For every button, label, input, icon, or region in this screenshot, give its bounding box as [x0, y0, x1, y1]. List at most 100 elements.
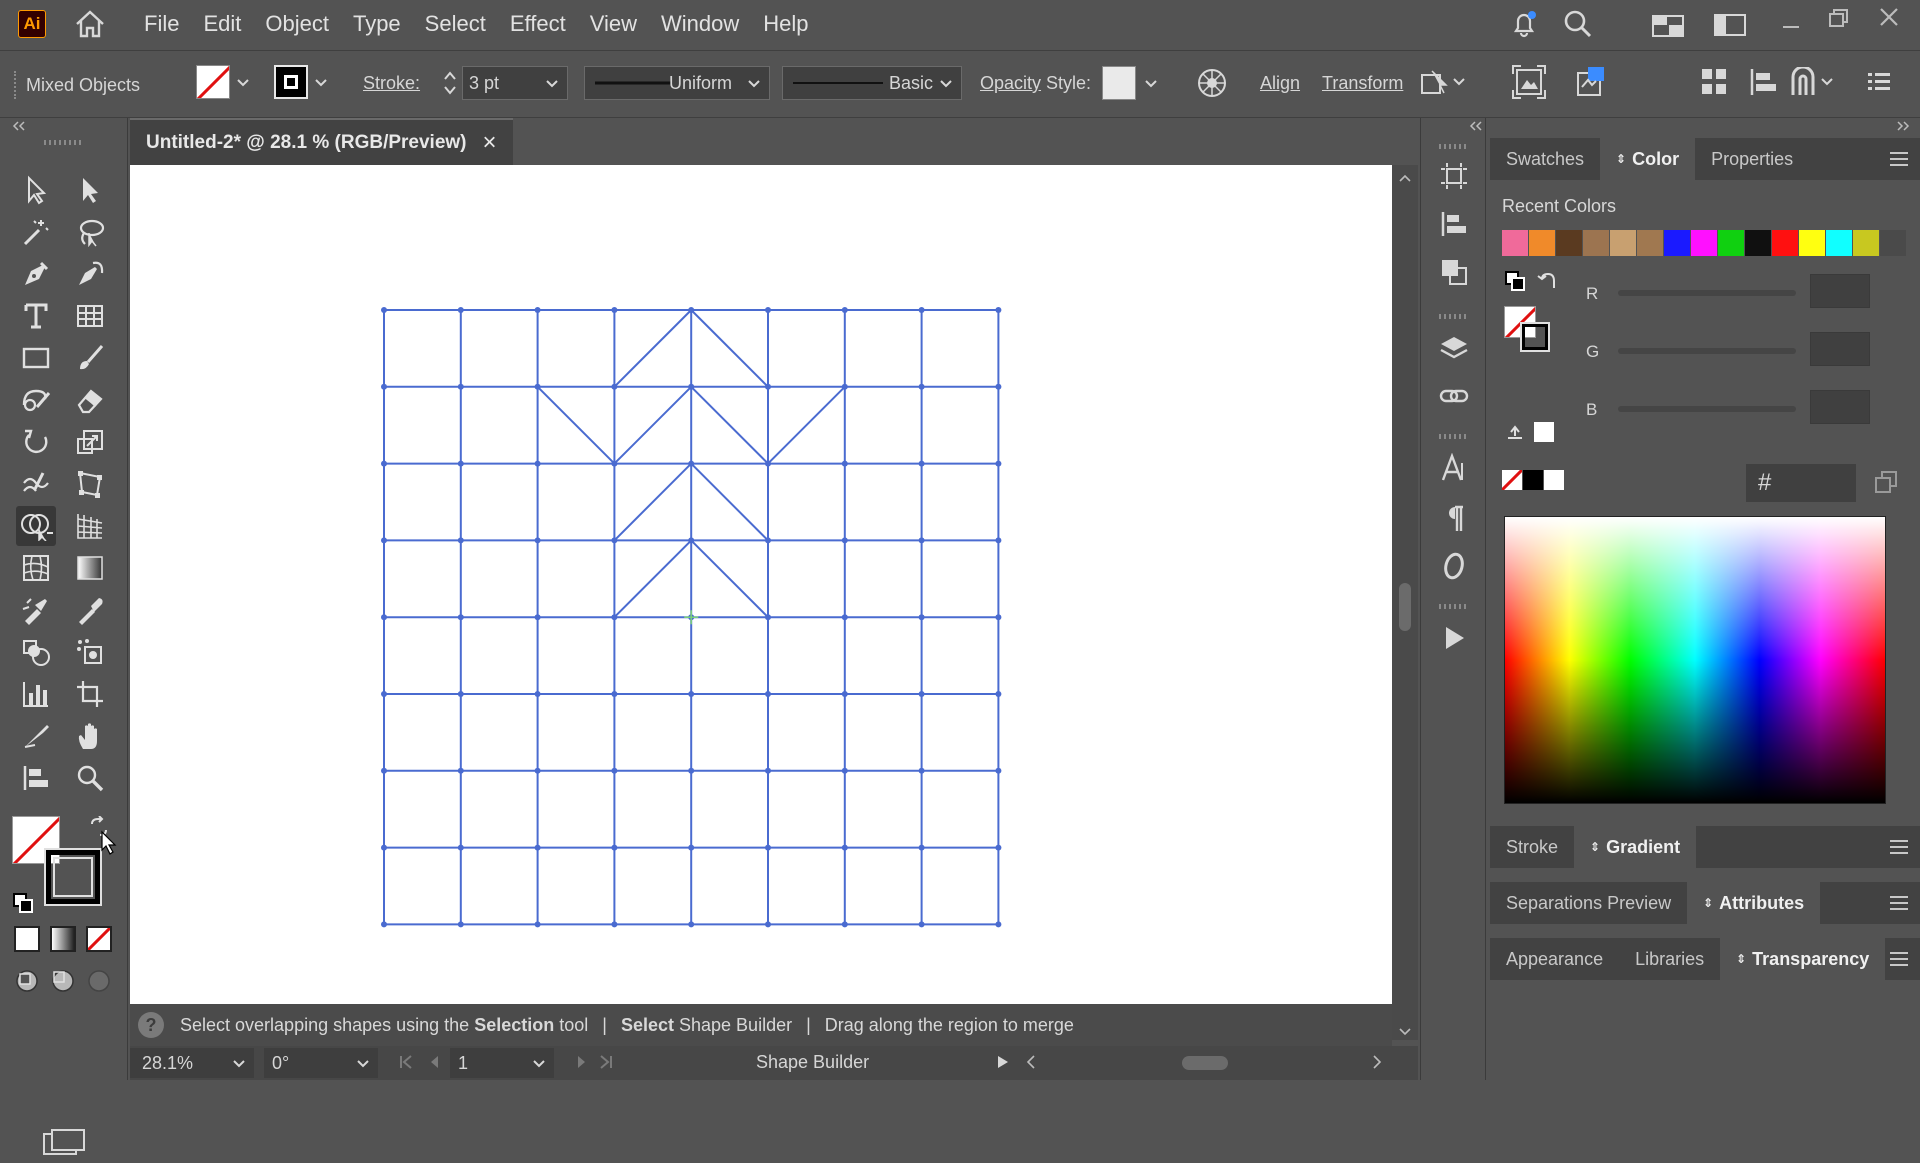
- anchor-point[interactable]: [765, 767, 771, 774]
- grid-artwork[interactable]: [130, 165, 1392, 1004]
- anchor-point[interactable]: [534, 383, 541, 390]
- rectangle-tool-icon[interactable]: [16, 338, 56, 378]
- recent-color-swatch[interactable]: [1502, 230, 1528, 256]
- type-tool-icon[interactable]: [16, 296, 56, 336]
- workspace-switcher-icon[interactable]: [1652, 12, 1684, 38]
- anchor-point[interactable]: [995, 691, 1002, 697]
- close-tab-icon[interactable]: ×: [483, 129, 497, 157]
- image-trace-icon[interactable]: [1512, 65, 1546, 99]
- grid-diagonal-line[interactable]: [613, 539, 692, 618]
- paintbrush-tool-icon[interactable]: [70, 338, 110, 378]
- web-safe-swatch[interactable]: [1534, 422, 1554, 442]
- anchor-point[interactable]: [611, 767, 618, 774]
- home-icon[interactable]: [72, 6, 108, 42]
- anchor-point[interactable]: [918, 921, 925, 928]
- direct-selection-tool-icon[interactable]: [70, 170, 110, 210]
- help-icon[interactable]: ?: [138, 1012, 164, 1038]
- actions-panel-icon[interactable]: [1434, 618, 1474, 658]
- hex-input[interactable]: #: [1746, 464, 1856, 502]
- anchor-point[interactable]: [688, 307, 695, 313]
- recent-color-swatch[interactable]: [1826, 230, 1852, 256]
- tab-stroke[interactable]: Stroke: [1490, 826, 1574, 868]
- align-to-icon[interactable]: [16, 758, 56, 798]
- scale-tool-icon[interactable]: [70, 422, 110, 462]
- grid-diagonal-line[interactable]: [690, 386, 769, 465]
- anchor-point[interactable]: [611, 614, 618, 621]
- brush-definition-dropdown[interactable]: Basic: [782, 66, 962, 100]
- layers-panel-icon[interactable]: [1434, 328, 1474, 368]
- anchor-point[interactable]: [688, 460, 695, 467]
- anchor-point[interactable]: [841, 537, 848, 544]
- notifications-icon[interactable]: [1508, 8, 1540, 40]
- anchor-point[interactable]: [688, 537, 695, 544]
- isolate-selection-icon[interactable]: [1418, 67, 1466, 99]
- undo-color-icon[interactable]: [1536, 270, 1558, 292]
- last-artboard-icon[interactable]: [598, 1054, 614, 1075]
- align-panel-link[interactable]: Align: [1260, 73, 1300, 94]
- anchor-point[interactable]: [381, 537, 387, 544]
- anchor-point[interactable]: [457, 307, 464, 313]
- anchor-point[interactable]: [611, 691, 618, 697]
- lasso-tool-icon[interactable]: [70, 212, 110, 252]
- pathfinder-icon[interactable]: [1790, 67, 1834, 97]
- arrange-documents-icon[interactable]: [1714, 12, 1746, 38]
- more-options-icon[interactable]: [1866, 69, 1892, 95]
- recent-color-swatch[interactable]: [1664, 230, 1690, 256]
- align-panel-icon[interactable]: [1434, 204, 1474, 244]
- anchor-point[interactable]: [457, 614, 464, 621]
- zoom-tool-icon[interactable]: [70, 758, 110, 798]
- strip-grip[interactable]: [1439, 434, 1469, 439]
- minimize-icon[interactable]: [1778, 10, 1804, 36]
- anchor-point[interactable]: [534, 767, 541, 774]
- crop-image-icon[interactable]: [1574, 65, 1608, 99]
- artboard-tool-icon[interactable]: [70, 674, 110, 714]
- grid-diagonal-line[interactable]: [613, 309, 692, 388]
- opacity-panel-link[interactable]: Opacity: [980, 73, 1041, 94]
- character-panel-icon[interactable]: [1434, 448, 1474, 488]
- anchor-point[interactable]: [381, 767, 387, 774]
- black-swatch[interactable]: [1523, 470, 1543, 490]
- anchor-point[interactable]: [841, 614, 848, 621]
- anchor-point[interactable]: [534, 614, 541, 621]
- grid-diagonal-line[interactable]: [690, 462, 769, 542]
- anchor-point[interactable]: [381, 307, 387, 313]
- links-panel-icon[interactable]: [1434, 376, 1474, 416]
- anchor-point[interactable]: [765, 460, 771, 467]
- paragraph-panel-icon[interactable]: [1434, 498, 1474, 538]
- grid-diagonal-line[interactable]: [613, 386, 692, 465]
- grid-diagonal-line[interactable]: [613, 462, 692, 542]
- rotation-dropdown[interactable]: 0°: [264, 1048, 378, 1078]
- default-fill-stroke-icon[interactable]: [12, 892, 34, 914]
- anchor-point[interactable]: [534, 307, 541, 313]
- anchor-point[interactable]: [995, 921, 1002, 928]
- stroke-panel-link[interactable]: Stroke:: [363, 73, 420, 94]
- anchor-point[interactable]: [841, 844, 848, 851]
- anchor-point[interactable]: [995, 614, 1002, 621]
- panel-menu-icon[interactable]: [1890, 952, 1908, 966]
- anchor-point[interactable]: [611, 383, 618, 390]
- anchor-point[interactable]: [381, 691, 387, 697]
- stroke-weight-input[interactable]: 3 pt: [462, 66, 568, 100]
- menu-help[interactable]: Help: [751, 11, 820, 37]
- tab-libraries[interactable]: Libraries: [1619, 938, 1720, 980]
- anchor-point[interactable]: [841, 383, 848, 390]
- anchor-point[interactable]: [534, 537, 541, 544]
- anchor-point[interactable]: [457, 767, 464, 774]
- scroll-right-icon[interactable]: [1370, 1054, 1384, 1075]
- collapse-dock-icon[interactable]: [1894, 118, 1910, 131]
- hand-tool-icon[interactable]: [70, 716, 110, 756]
- tab-separations-preview[interactable]: Separations Preview: [1490, 882, 1687, 924]
- anchor-point[interactable]: [611, 844, 618, 851]
- anchor-point[interactable]: [611, 537, 618, 544]
- tab-attributes[interactable]: ⇕ Attributes: [1687, 882, 1821, 924]
- anchor-point[interactable]: [457, 691, 464, 697]
- first-artboard-icon[interactable]: [398, 1054, 414, 1075]
- horizontal-align-icon[interactable]: [1748, 67, 1778, 97]
- anchor-point[interactable]: [841, 691, 848, 697]
- anchor-point[interactable]: [611, 307, 618, 313]
- recent-color-swatch[interactable]: [1853, 230, 1879, 256]
- anchor-point[interactable]: [457, 844, 464, 851]
- canvas-area[interactable]: [130, 165, 1392, 1004]
- anchor-point[interactable]: [611, 460, 618, 467]
- horizontal-scroll-thumb[interactable]: [1182, 1056, 1228, 1070]
